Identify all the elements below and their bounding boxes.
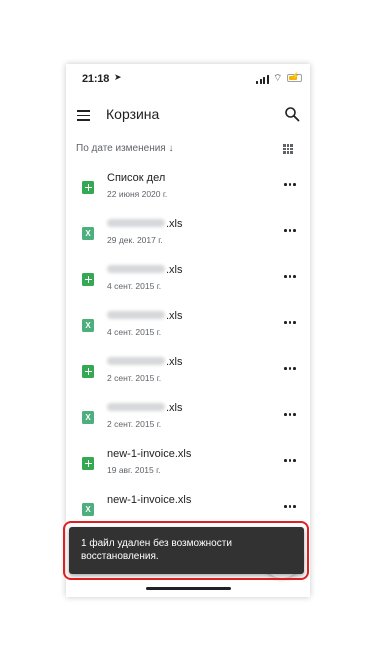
more-options-icon[interactable]: [284, 182, 296, 188]
file-row[interactable]: Список дел 22 июня 2020 г.: [66, 168, 310, 214]
file-date: 4 сент. 2015 г.: [107, 327, 162, 337]
more-options-icon[interactable]: [284, 412, 296, 418]
home-indicator: [146, 587, 231, 590]
wifi-icon: ⌔: [273, 73, 283, 84]
search-icon[interactable]: [284, 106, 300, 122]
excel-icon: X: [82, 227, 94, 240]
excel-icon: X: [82, 503, 94, 516]
status-bar: 21:18 ➤ ⌔ ⚡: [66, 64, 310, 94]
sheets-icon: [82, 181, 94, 194]
file-name-text: .xls: [166, 402, 183, 414]
file-name-text: .xls: [166, 218, 183, 230]
file-name-text: Список дел: [107, 172, 166, 184]
phone-screen: 21:18 ➤ ⌔ ⚡ Корзина По дате изменения ↓ …: [66, 64, 310, 597]
cellular-signal-icon: [256, 75, 269, 84]
battery-icon: ⚡: [287, 73, 302, 82]
page-title: Корзина: [106, 106, 160, 122]
grid-view-icon[interactable]: [283, 144, 293, 154]
highlight-frame: [63, 521, 309, 580]
sort-row: По дате изменения ↓: [66, 132, 310, 168]
excel-icon: X: [82, 411, 94, 424]
file-row[interactable]: X .xls 2 сент. 2015 г.: [66, 398, 310, 444]
redacted-name: [107, 219, 165, 227]
more-options-icon[interactable]: [284, 228, 296, 234]
file-date: 2 сент. 2015 г.: [107, 373, 162, 383]
file-date: 19 авг. 2015 г.: [107, 465, 161, 475]
file-row[interactable]: .xls 2 сент. 2015 г.: [66, 352, 310, 398]
file-name: new-1-invoice.xls: [107, 448, 191, 460]
arrow-down-icon: ↓: [168, 143, 174, 154]
file-row[interactable]: X .xls 29 дек. 2017 г.: [66, 214, 310, 260]
file-name-text: .xls: [166, 310, 183, 322]
file-name: .xls: [107, 218, 183, 230]
status-time: 21:18: [82, 73, 110, 85]
file-name: new-1-invoice.xls: [107, 494, 191, 506]
app-bar: Корзина: [66, 94, 310, 132]
file-date: 29 дек. 2017 г.: [107, 235, 163, 245]
file-row[interactable]: X .xls 4 сент. 2015 г.: [66, 306, 310, 352]
redacted-name: [107, 311, 165, 319]
file-date: 4 сент. 2015 г.: [107, 281, 162, 291]
sort-button[interactable]: По дате изменения ↓: [76, 143, 174, 154]
file-name-text: new-1-invoice.xls: [107, 448, 192, 460]
more-options-icon[interactable]: [284, 320, 296, 326]
file-date: 2 сент. 2015 г.: [107, 419, 162, 429]
redacted-name: [107, 357, 165, 365]
file-name: .xls: [107, 356, 183, 368]
redacted-name: [107, 265, 165, 273]
sheets-icon: [82, 273, 94, 286]
file-name: .xls: [107, 402, 183, 414]
file-name-text: .xls: [166, 356, 183, 368]
sheets-icon: [82, 365, 94, 378]
redacted-name: [107, 403, 165, 411]
file-name-text: new-1-invoice.xls: [107, 494, 192, 506]
more-options-icon[interactable]: [284, 458, 296, 464]
file-row[interactable]: new-1-invoice.xls 19 авг. 2015 г.: [66, 444, 310, 490]
menu-icon[interactable]: [77, 110, 91, 122]
location-icon: ➤: [114, 72, 122, 82]
sheets-icon: [82, 457, 94, 470]
file-name: .xls: [107, 264, 183, 276]
more-options-icon[interactable]: [284, 274, 296, 280]
excel-icon: X: [82, 319, 94, 332]
more-options-icon[interactable]: [284, 366, 296, 372]
file-name-text: .xls: [166, 264, 183, 276]
sort-label: По дате изменения: [76, 143, 166, 154]
file-date: 22 июня 2020 г.: [107, 189, 168, 199]
file-name: .xls: [107, 310, 183, 322]
file-row[interactable]: .xls 4 сент. 2015 г.: [66, 260, 310, 306]
file-name: Список дел: [107, 172, 165, 184]
more-options-icon[interactable]: [284, 504, 296, 510]
